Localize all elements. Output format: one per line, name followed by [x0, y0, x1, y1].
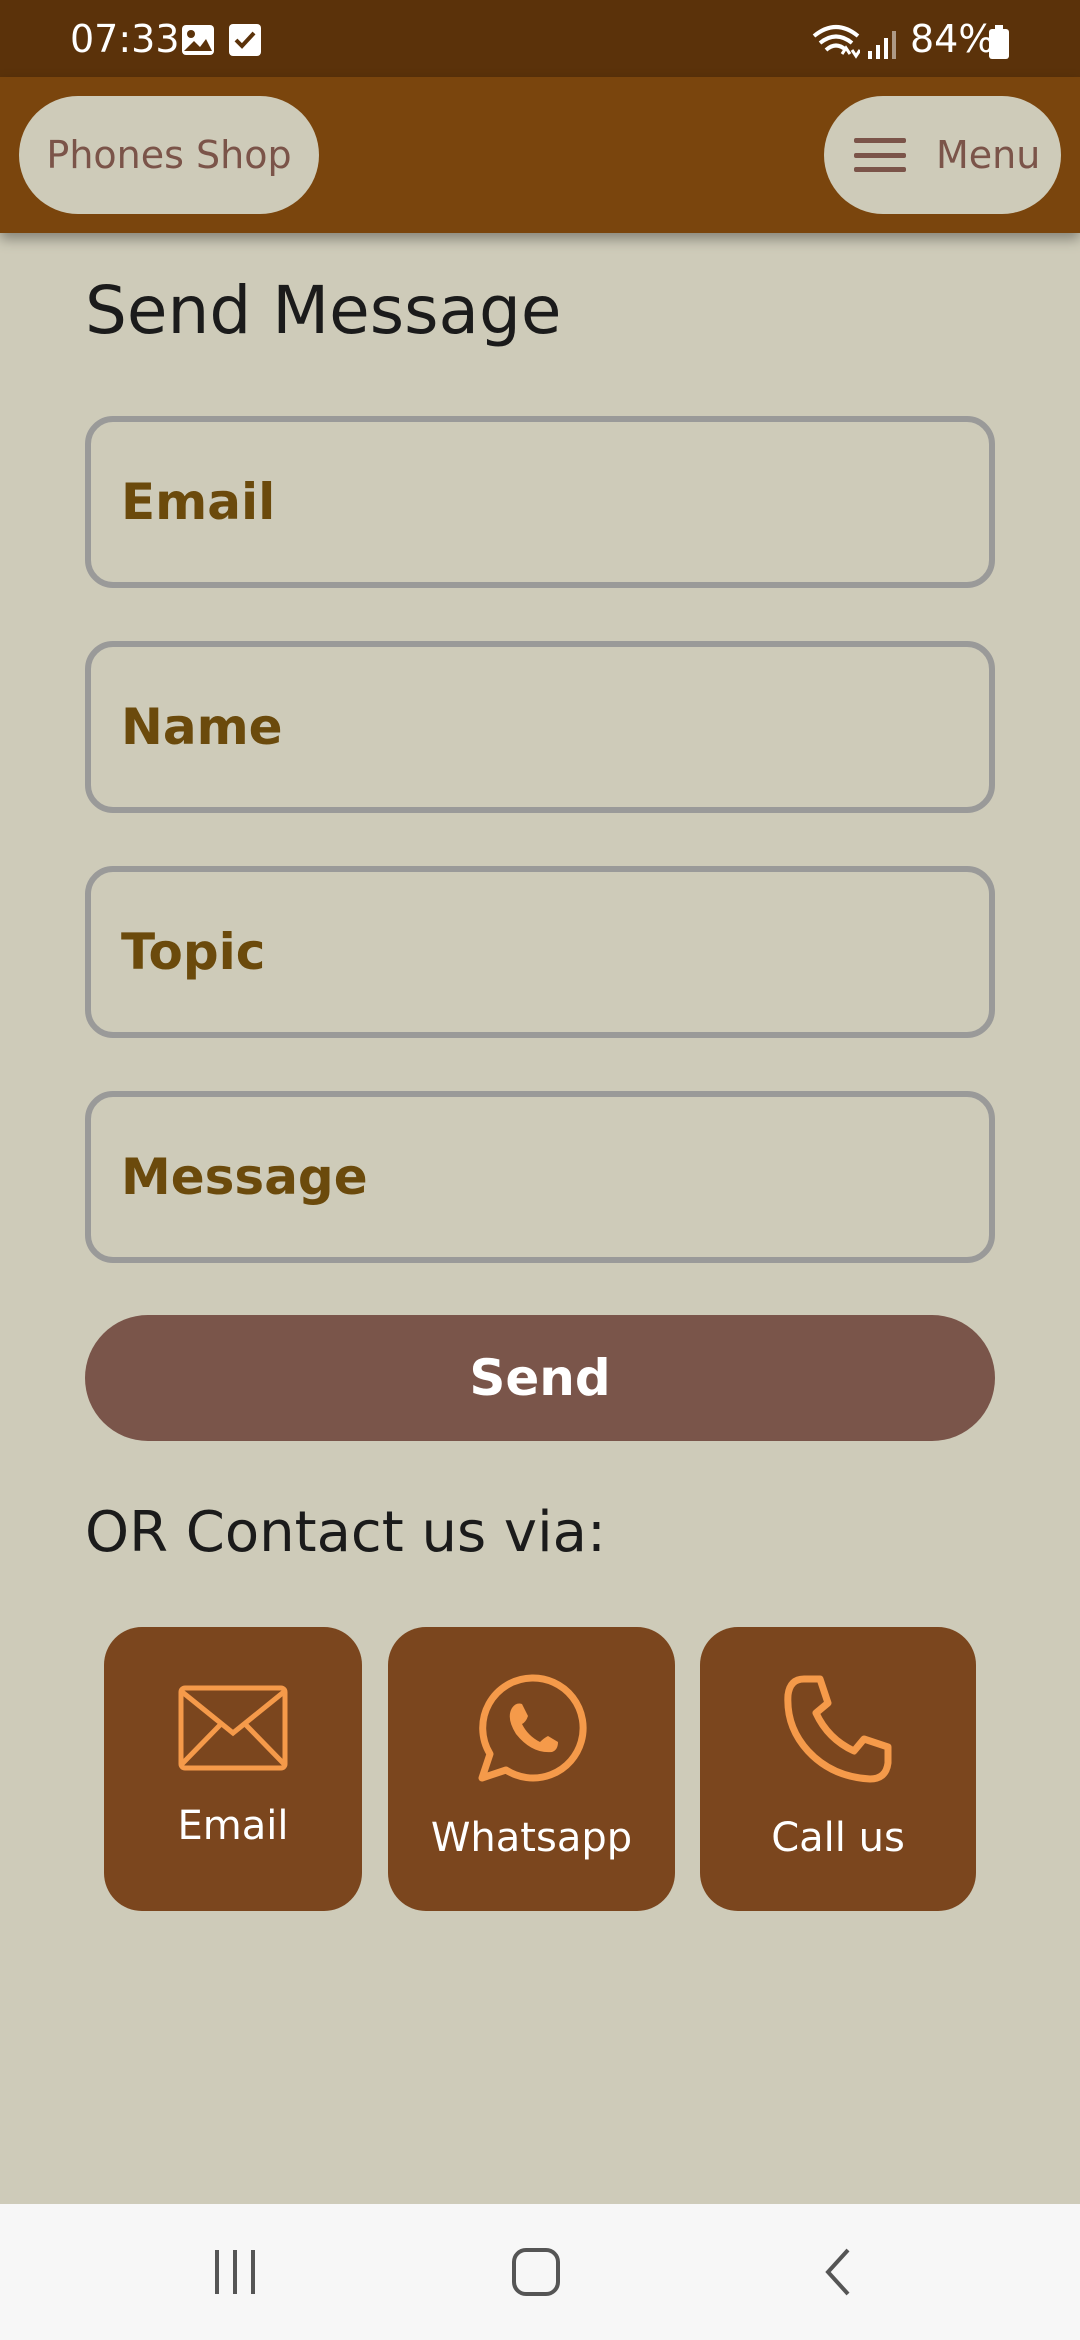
- contact-email-button[interactable]: Email: [104, 1627, 362, 1911]
- name-placeholder: Name: [121, 698, 283, 756]
- wifi-icon: [812, 24, 862, 69]
- contact-whatsapp-label: Whatsapp: [430, 1815, 633, 1861]
- hamburger-icon: [854, 138, 906, 172]
- contact-heading: OR Contact us via:: [85, 1500, 606, 1565]
- status-bar: 07:33 84%: [0, 0, 1080, 77]
- signal-icon: [866, 26, 898, 70]
- contact-email-label: Email: [177, 1803, 289, 1849]
- task-notification-icon: [228, 22, 262, 66]
- send-label: Send: [469, 1349, 611, 1407]
- recent-apps-icon[interactable]: [212, 2244, 258, 2304]
- status-time: 07:33: [70, 17, 180, 61]
- phone-icon: [782, 1673, 894, 1789]
- email-placeholder: Email: [121, 473, 276, 531]
- email-field[interactable]: Email: [85, 416, 995, 588]
- brand-label: Phones Shop: [46, 133, 292, 177]
- battery-percentage: 84%: [910, 17, 995, 61]
- gallery-notification-icon: [180, 22, 216, 66]
- contact-call-button[interactable]: Call us: [700, 1627, 976, 1911]
- contact-whatsapp-button[interactable]: Whatsapp: [388, 1627, 675, 1911]
- system-navigation-bar: [0, 2204, 1080, 2340]
- page-title: Send Message: [85, 272, 562, 349]
- home-icon[interactable]: [510, 2244, 562, 2304]
- topic-field[interactable]: Topic: [85, 866, 995, 1038]
- app-bar: Phones Shop Menu: [0, 77, 1080, 233]
- contact-call-label: Call us: [771, 1815, 905, 1861]
- back-icon[interactable]: [818, 2244, 858, 2304]
- name-field[interactable]: Name: [85, 641, 995, 813]
- send-button[interactable]: Send: [85, 1315, 995, 1441]
- menu-button[interactable]: Menu: [824, 96, 1061, 214]
- whatsapp-icon: [476, 1672, 588, 1788]
- message-placeholder: Message: [121, 1148, 368, 1206]
- message-field[interactable]: Message: [85, 1091, 995, 1263]
- envelope-icon: [178, 1685, 288, 1775]
- topic-placeholder: Topic: [121, 923, 266, 981]
- battery-icon: [988, 24, 1010, 68]
- menu-label: Menu: [936, 133, 1041, 177]
- brand-button[interactable]: Phones Shop: [19, 96, 319, 214]
